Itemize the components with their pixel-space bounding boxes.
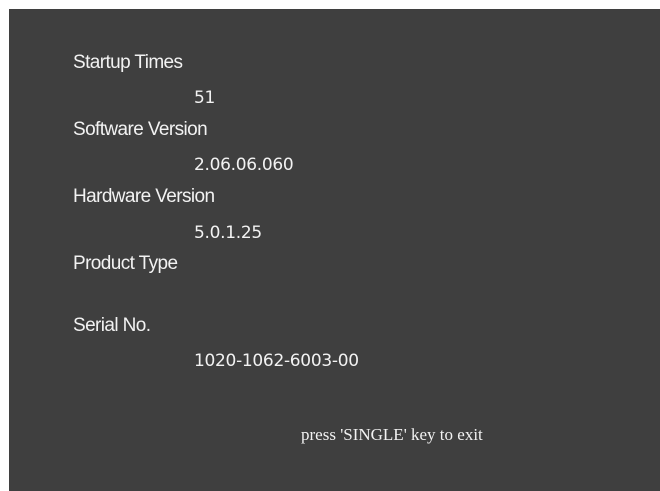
- hardware-version-label: Hardware Version: [73, 186, 215, 207]
- product-type-label: Product Type: [73, 253, 178, 274]
- screen-frame: Startup Times 51 Software Version 2.06.0…: [0, 0, 660, 491]
- info-screen: Startup Times 51 Software Version 2.06.0…: [9, 9, 660, 491]
- hardware-version-value: 5.0.1.25: [194, 223, 262, 243]
- startup-times-value: 51: [194, 88, 216, 108]
- serial-no-label: Serial No.: [73, 315, 151, 336]
- software-version-value: 2.06.06.060: [194, 155, 294, 175]
- serial-no-value: 1020-1062-6003-00: [194, 351, 359, 371]
- software-version-label: Software Version: [73, 119, 208, 140]
- exit-hint: press 'SINGLE' key to exit: [301, 425, 483, 444]
- startup-times-label: Startup Times: [73, 52, 183, 73]
